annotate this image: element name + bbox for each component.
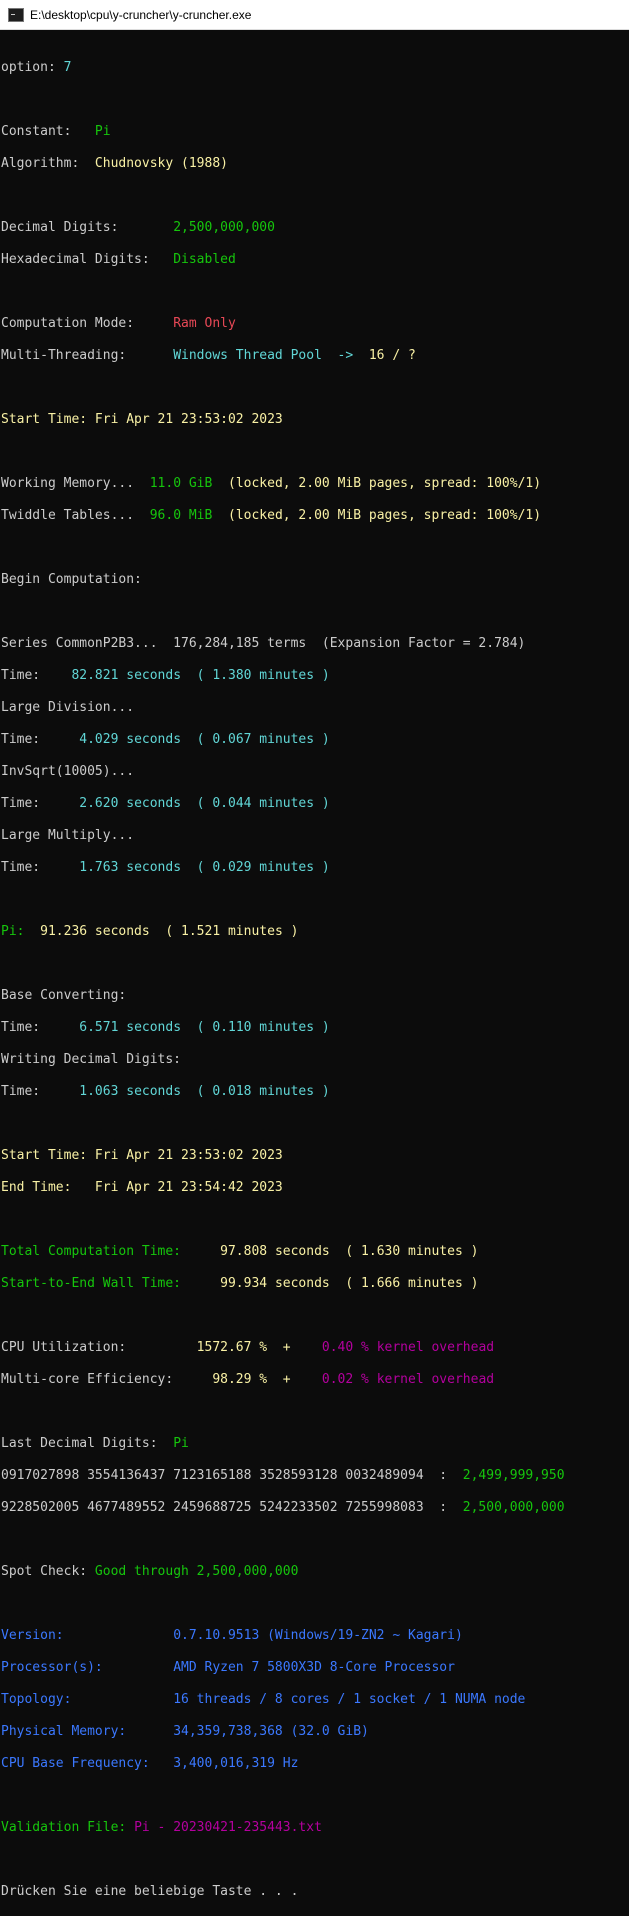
console-line-invsqrt-time: Time: 2.620 seconds ( 0.044 minutes ) [1,796,330,811]
window-title: E:\desktop\cpu\y-cruncher\y-cruncher.exe [30,7,252,22]
console-line-convert-time: Time: 6.571 seconds ( 0.110 minutes ) [1,1020,330,1035]
console-line-begin: Begin Computation: [1,572,142,587]
console-line-topology: Topology: 16 threads / 8 cores / 1 socke… [1,1692,526,1707]
console-line-pi-time: Pi: 91.236 seconds ( 1.521 minutes ) [1,924,299,939]
console-line-twiddle-tables: Twiddle Tables... 96.0 MiB (locked, 2.00… [1,508,542,523]
console-line-option: option: 7 [1,60,72,75]
window-titlebar[interactable]: E:\desktop\cpu\y-cruncher\y-cruncher.exe [0,0,629,30]
console-line-working-memory: Working Memory... 11.0 GiB (locked, 2.00… [1,476,542,491]
console-line-hex-digits: Hexadecimal Digits: Disabled [1,252,236,267]
console-line-end-time: End Time: Fri Apr 21 23:54:42 2023 [1,1180,283,1195]
console-line-digits-row-2: 9228502005 4677489552 2459688725 5242233… [1,1500,565,1515]
console-line-processor: Processor(s): AMD Ryzen 7 5800X3D 8-Core… [1,1660,455,1675]
console-line-wall-time: Start-to-End Wall Time: 99.934 seconds (… [1,1276,479,1291]
console-line-invsqrt: InvSqrt(10005)... [1,764,135,779]
console-line-series: Series CommonP2B3... 176,284,185 terms (… [1,636,526,651]
console-line-total-time: Total Computation Time: 97.808 seconds (… [1,1244,479,1259]
console-line-version: Version: 0.7.10.9513 (Windows/19-ZN2 ~ K… [1,1628,463,1643]
console-line-multicore-efficiency: Multi-core Efficiency: 98.29 % + 0.02 % … [1,1372,495,1387]
console-line-computation-mode: Computation Mode: Ram Only [1,316,236,331]
console-line-constant: Constant: Pi [1,124,111,139]
console-output[interactable]: option: 7 Constant: Pi Algorithm: Chudno… [0,30,629,1916]
console-line-start-time: Start Time: Fri Apr 21 23:53:02 2023 [1,412,283,427]
console-line-multiply-time: Time: 1.763 seconds ( 0.029 minutes ) [1,860,330,875]
console-line-multithreading: Multi-Threading: Windows Thread Pool -> … [1,348,416,363]
console-line-prompt: Drücken Sie eine beliebige Taste . . . [1,1884,299,1899]
console-line-writing-digits: Writing Decimal Digits: [1,1052,182,1067]
console-line-algorithm: Algorithm: Chudnovsky (1988) [1,156,228,171]
console-line-large-multiply: Large Multiply... [1,828,135,843]
console-line-large-division: Large Division... [1,700,135,715]
console-line-base-converting: Base Converting: [1,988,127,1003]
console-line-decimal-digits: Decimal Digits: 2,500,000,000 [1,220,275,235]
console-line-physical-memory: Physical Memory: 34,359,738,368 (32.0 Gi… [1,1724,369,1739]
console-line-division-time: Time: 4.029 seconds ( 0.067 minutes ) [1,732,330,747]
console-line-last-digits: Last Decimal Digits: Pi [1,1436,189,1451]
console-line-start-time-2: Start Time: Fri Apr 21 23:53:02 2023 [1,1148,283,1163]
console-line-cpu-frequency: CPU Base Frequency: 3,400,016,319 Hz [1,1756,299,1771]
console-line-digits-row-1: 0917027898 3554136437 7123165188 3528593… [1,1468,565,1483]
console-line-spot-check: Spot Check: Good through 2,500,000,000 [1,1564,299,1579]
console-line-series-time: Time: 82.821 seconds ( 1.380 minutes ) [1,668,330,683]
console-line-cpu-utilization: CPU Utilization: 1572.67 % + 0.40 % kern… [1,1340,495,1355]
console-line-validation-file: Validation File: Pi - 20230421-235443.tx… [1,1820,322,1835]
console-line-writing-time: Time: 1.063 seconds ( 0.018 minutes ) [1,1084,330,1099]
console-app-icon [8,7,24,22]
